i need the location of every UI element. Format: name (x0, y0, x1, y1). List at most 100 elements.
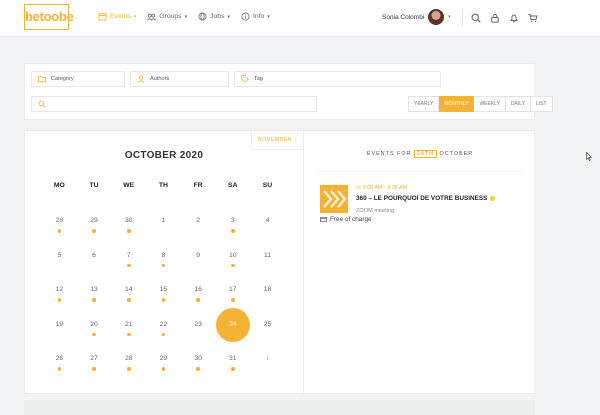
lock-icon[interactable] (490, 13, 500, 23)
calendar-day[interactable]: 30 (181, 343, 216, 378)
nav-events[interactable]: Events ▾ (98, 12, 136, 21)
calendar-day[interactable]: 5 (42, 240, 77, 275)
folder-icon (38, 76, 46, 83)
nav-events-label: Events (110, 13, 131, 20)
user-menu[interactable]: Sonia Colombi ▾ (382, 9, 451, 25)
calendar-grid: 28 29 30 1 2 3 4 5 6 7 8 9 10 11 12 13 14 15 16 17 18 19 20 21 2… (42, 205, 285, 378)
day-number: 25 (263, 320, 272, 328)
calendar-day[interactable]: 28 (42, 205, 77, 240)
event-indicator-dot (161, 263, 166, 268)
calendar-day[interactable]: 1 (250, 343, 285, 378)
clock-icon: ◷ (356, 185, 361, 191)
authors-select[interactable]: Authors (130, 71, 229, 87)
day-number: 4 (265, 217, 270, 224)
event-price-text: Free of charge (330, 216, 372, 223)
event-indicator-dot (126, 229, 131, 233)
globe-icon (198, 12, 207, 21)
search-icon[interactable] (471, 13, 481, 23)
event-title[interactable]: 360 – LE POURQUOI DE VOTRE BUSINESS (356, 195, 496, 202)
event-title-text: 360 – LE POURQUOI DE VOTRE BUSINESS (356, 195, 488, 202)
category-select[interactable]: Category (31, 71, 125, 87)
weekday-label: SU (262, 182, 273, 189)
calendar-day[interactable]: 21 (111, 309, 146, 344)
events-heading-prefix: EVENTS FOR (366, 151, 412, 157)
event-location: ZOOM meeting (356, 208, 395, 214)
day-number: 17 (229, 286, 237, 294)
calendar-day[interactable]: 11 (250, 240, 285, 275)
event-indicator-dot (161, 332, 166, 337)
header-divider (462, 9, 463, 27)
day-number: 26 (55, 355, 64, 363)
calendar-day[interactable]: 27 (77, 343, 112, 378)
calendar-day[interactable]: 15 (146, 274, 181, 309)
calendar-day[interactable]: 6 (77, 240, 112, 275)
weekday-label: TH (158, 182, 168, 189)
tag-select[interactable]: Tag (234, 71, 441, 87)
calendar-day[interactable]: 20 (77, 309, 112, 344)
calendar-day[interactable]: 13 (77, 274, 112, 309)
page-footer-strip (24, 400, 535, 415)
day-number: 28 (124, 355, 133, 363)
tag-placeholder: Tag (254, 76, 264, 82)
calendar-day[interactable]: 9 (181, 240, 216, 275)
day-number: 14 (124, 286, 133, 294)
view-monthly[interactable]: MONTHLY (439, 96, 475, 112)
day-number: 29 (90, 217, 98, 224)
view-weekly[interactable]: WEEKLY (474, 96, 506, 112)
day-number: 23 (194, 320, 202, 328)
calendar-day[interactable]: 17 (215, 274, 250, 309)
day-number: 15 (159, 286, 168, 294)
calendar-day-selected[interactable]: 24 (215, 307, 250, 344)
calendar-day[interactable]: 31 (215, 343, 250, 378)
calendar-day[interactable]: 7 (111, 240, 146, 275)
next-month-button[interactable]: NOVEMBER › (251, 131, 303, 150)
event-indicator-dot (126, 263, 131, 268)
calendar-day[interactable]: 29 (77, 205, 112, 240)
nav-info[interactable]: Info ▾ (241, 12, 270, 21)
nav-groups[interactable]: Groups ▾ (147, 12, 187, 21)
day-number: 18 (263, 286, 272, 294)
calendar-day[interactable]: 12 (42, 274, 77, 309)
calendar-day[interactable]: 16 (181, 274, 216, 309)
mouse-cursor-icon (586, 152, 592, 161)
calendar-day[interactable]: 19 (42, 309, 77, 344)
panel-divider (303, 131, 304, 395)
calendar-day[interactable]: 4 (250, 205, 285, 240)
event-time: ◷ 9:00 AM - 9:30 AM (356, 185, 407, 191)
chevron-down-icon: ▾ (448, 14, 451, 20)
chevron-right-icon: › (294, 137, 298, 143)
calendar-day[interactable]: 28 (111, 343, 146, 378)
day-number: 5 (57, 251, 62, 259)
calendar-day[interactable]: 18 (250, 274, 285, 309)
nav-jobs[interactable]: Jobs ▾ (198, 12, 230, 21)
calendar-day[interactable]: 2 (181, 205, 216, 240)
logo[interactable]: betoobe (24, 4, 74, 30)
info-icon (241, 12, 250, 21)
cart-icon[interactable] (528, 13, 538, 23)
calendar-day[interactable]: 23 (181, 309, 216, 344)
event-thumbnail[interactable] (320, 185, 348, 213)
calendar-day[interactable]: 26 (42, 343, 77, 378)
calendar-day[interactable]: 14 (111, 274, 146, 309)
view-yearly[interactable]: YEARLY (408, 96, 440, 112)
authors-placeholder: Authors (150, 76, 170, 82)
day-number: 22 (159, 320, 168, 328)
nav-groups-label: Groups (159, 13, 182, 20)
day-number: 9 (196, 251, 200, 259)
calendar-day[interactable]: 3 (215, 205, 250, 240)
search-input[interactable] (31, 96, 317, 112)
view-daily[interactable]: DAILY (505, 96, 532, 112)
view-list[interactable]: LIST (531, 96, 553, 112)
chevrons-logo-icon (323, 190, 347, 208)
event-indicator-dot (126, 367, 131, 371)
calendar-day[interactable]: 30 (111, 205, 146, 240)
calendar-day[interactable]: 1 (146, 205, 181, 240)
user-name: Sonia Colombi (382, 13, 425, 21)
filter-panel: Category Authors Tag YEARLY MONTHLY WEEK… (24, 63, 553, 120)
calendar-day[interactable]: 29 (146, 343, 181, 378)
calendar-day[interactable]: 22 (146, 309, 181, 344)
calendar-day[interactable]: 10 (215, 240, 250, 275)
calendar-day[interactable]: 25 (250, 309, 285, 344)
bell-icon[interactable] (509, 13, 519, 23)
calendar-day[interactable]: 8 (146, 240, 181, 275)
